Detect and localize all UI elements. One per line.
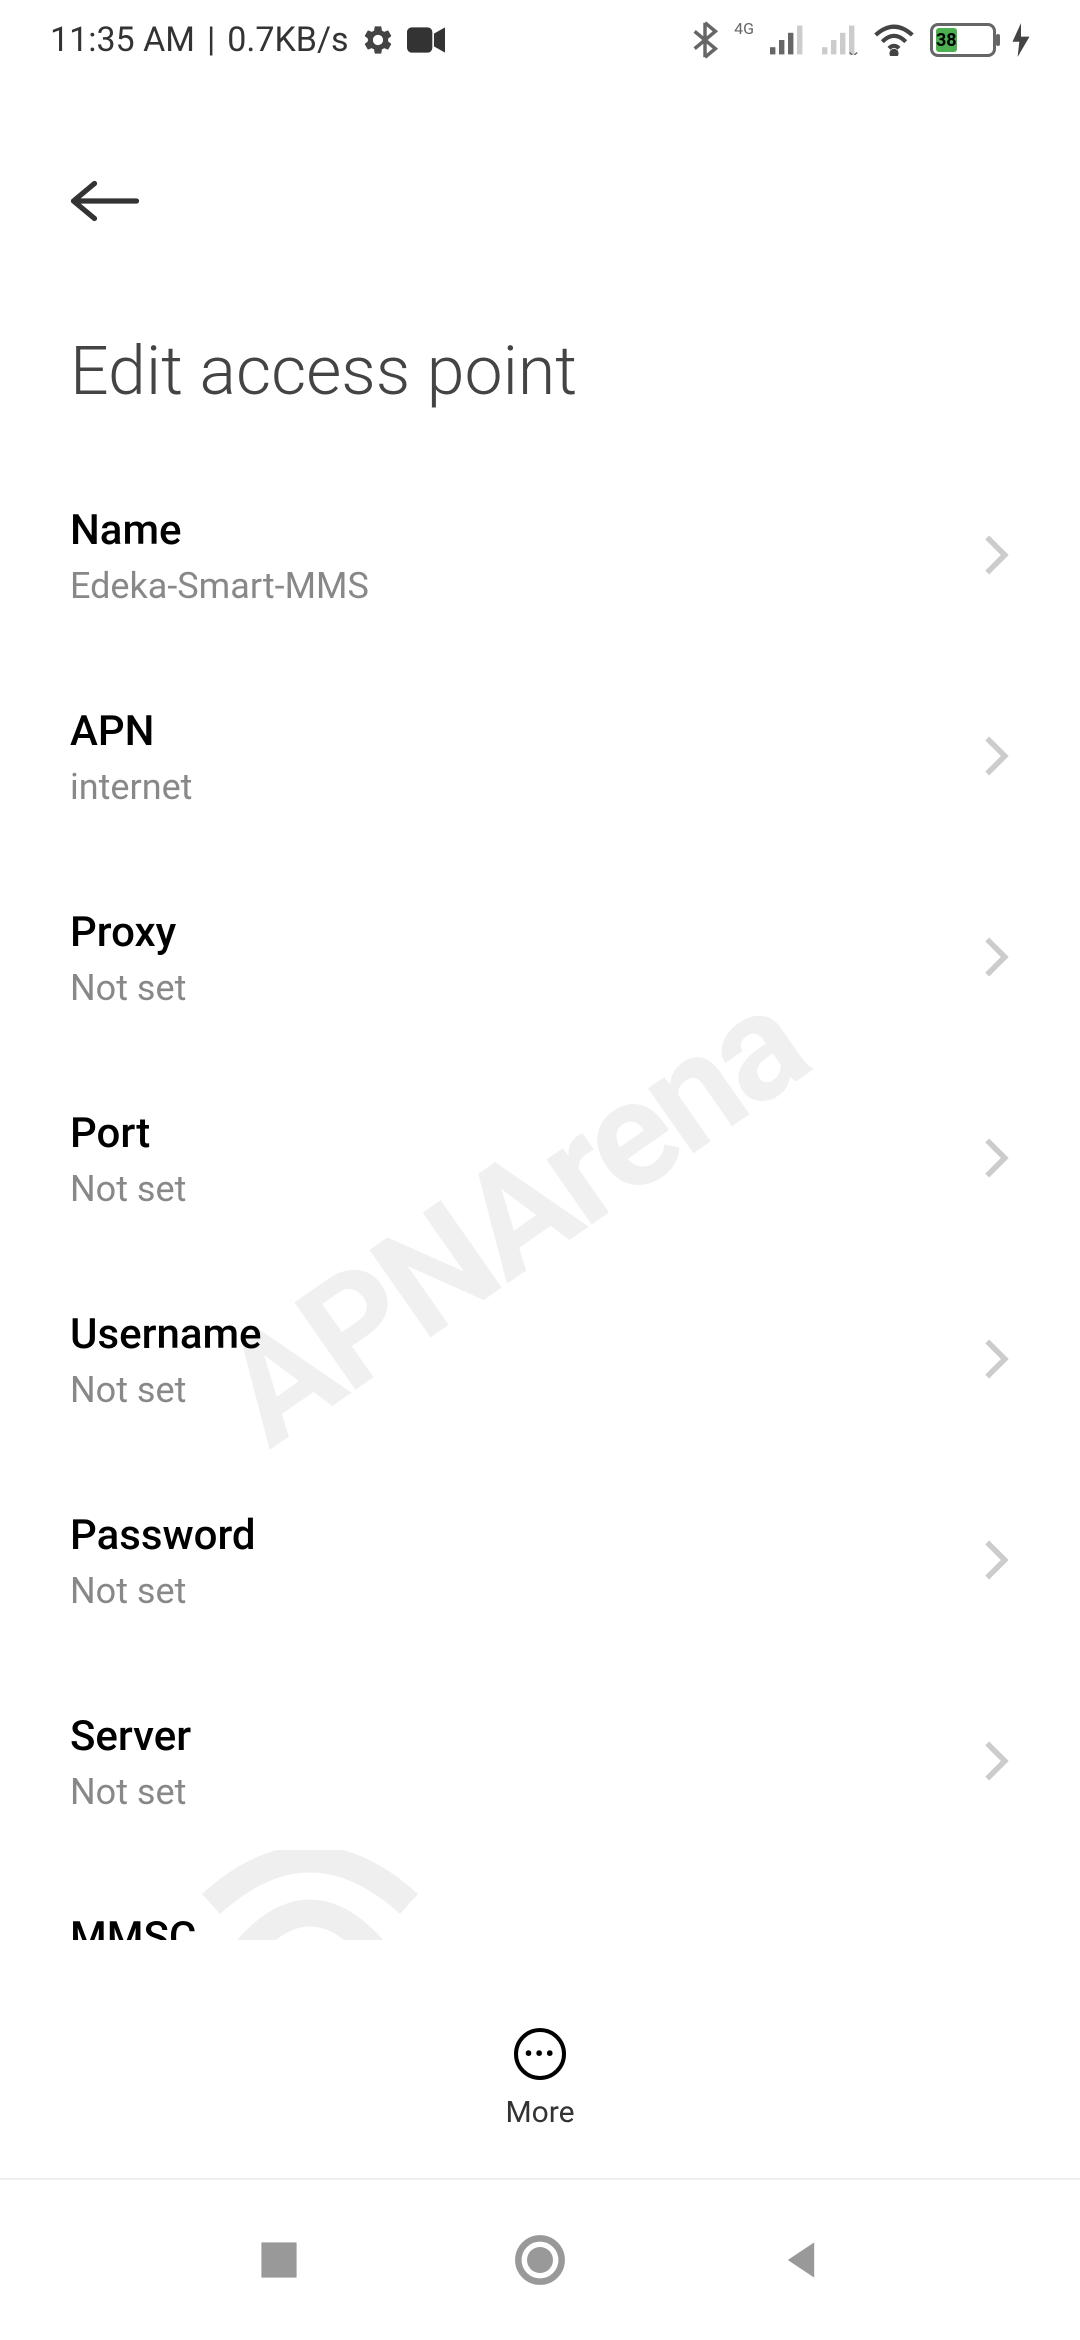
settings-list: Name Edeka-Smart-MMS APN internet Proxy … <box>0 461 1080 1940</box>
more-button[interactable]: ••• More <box>0 1998 1080 2160</box>
status-separator: | <box>207 20 215 60</box>
signal-bars-1-icon <box>770 25 806 55</box>
chevron-right-icon <box>982 734 1010 782</box>
setting-label: APN <box>70 707 982 756</box>
bluetooth-icon <box>692 21 718 59</box>
setting-value: Not set <box>70 1771 982 1813</box>
setting-row-server[interactable]: Server Not set <box>70 1667 1010 1868</box>
setting-label: MMSC <box>70 1913 982 1940</box>
gear-icon <box>361 23 395 57</box>
setting-label: Username <box>70 1310 982 1359</box>
back-nav-button[interactable] <box>779 2238 823 2282</box>
charging-icon <box>1012 23 1030 57</box>
battery-indicator: 38 <box>930 23 996 57</box>
setting-value: Not set <box>70 1570 982 1612</box>
chevron-right-icon <box>982 1337 1010 1385</box>
svg-text:✕: ✕ <box>847 49 858 55</box>
setting-value: internet <box>70 766 982 808</box>
back-button[interactable] <box>70 170 140 241</box>
chevron-right-icon <box>982 1538 1010 1586</box>
home-button[interactable] <box>514 2234 566 2286</box>
status-bar: 11:35 AM | 0.7KB/s 4G ✕ 38 <box>0 0 1080 80</box>
page-title: Edit access point <box>0 271 1080 461</box>
recent-apps-button[interactable] <box>257 2238 301 2282</box>
setting-label: Password <box>70 1511 982 1560</box>
status-right-group: 4G ✕ 38 <box>692 21 1030 59</box>
chevron-right-icon <box>982 1136 1010 1184</box>
wifi-icon <box>874 24 914 56</box>
setting-label: Server <box>70 1712 982 1761</box>
network-type-label: 4G <box>734 19 754 38</box>
setting-value: Not set <box>70 967 982 1009</box>
signal-bars-2-icon: ✕ <box>822 25 858 55</box>
setting-label: Proxy <box>70 908 982 957</box>
video-camera-icon <box>407 25 445 55</box>
status-data-rate: 0.7KB/s <box>227 20 348 60</box>
setting-row-mmsc[interactable]: MMSC http://10.16.18.4:38090/was <box>70 1868 1010 1940</box>
setting-label: Name <box>70 506 982 555</box>
more-label: More <box>505 2095 574 2130</box>
chevron-right-icon <box>982 1940 1010 1941</box>
setting-row-proxy[interactable]: Proxy Not set <box>70 863 1010 1064</box>
chevron-right-icon <box>982 935 1010 983</box>
chevron-right-icon <box>982 533 1010 581</box>
setting-row-username[interactable]: Username Not set <box>70 1265 1010 1466</box>
setting-row-name[interactable]: Name Edeka-Smart-MMS <box>70 461 1010 662</box>
setting-value: Not set <box>70 1369 982 1411</box>
status-left-group: 11:35 AM | 0.7KB/s <box>50 20 445 60</box>
status-time: 11:35 AM <box>50 20 195 60</box>
more-dots-icon: ••• <box>514 2028 566 2080</box>
setting-value: Not set <box>70 1168 982 1210</box>
setting-row-apn[interactable]: APN internet <box>70 662 1010 863</box>
system-nav-bar <box>0 2180 1080 2340</box>
battery-percent: 38 <box>936 28 957 52</box>
setting-row-port[interactable]: Port Not set <box>70 1064 1010 1265</box>
setting-value: Edeka-Smart-MMS <box>70 565 982 607</box>
chevron-right-icon <box>982 1739 1010 1787</box>
setting-label: Port <box>70 1109 982 1158</box>
setting-row-password[interactable]: Password Not set <box>70 1466 1010 1667</box>
